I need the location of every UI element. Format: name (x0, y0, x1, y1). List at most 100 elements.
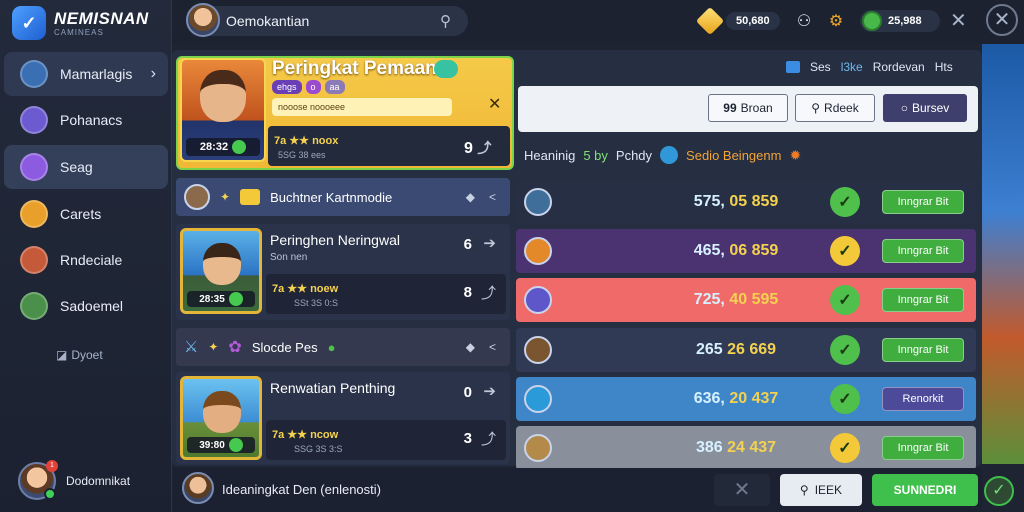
player-card-2[interactable]: 39:80 Renwatian Penthing 0 ➔ 7a ★★ ncow … (176, 372, 510, 464)
ranking-row[interactable]: 636, 20 437 ✓ Renorkit (516, 377, 976, 421)
background-scene (982, 44, 1024, 464)
tab-ses[interactable]: Ses (810, 60, 831, 74)
avatar (524, 286, 552, 314)
check-icon[interactable]: ✓ (830, 384, 860, 414)
arrow-icon: ➔ (483, 235, 496, 252)
info-icon (660, 146, 679, 164)
stat-detail: 5SG 38 ees (278, 150, 326, 160)
close-icon[interactable]: ✕ (488, 94, 501, 114)
group-header-2[interactable]: ⚔ ✦ ✿ Slocde Pes ● ◆ < (176, 328, 510, 366)
search-input[interactable]: Oemokantian (186, 6, 468, 36)
check-icon[interactable]: ✓ (830, 236, 860, 266)
sub-header: Heaninig 5 by Pchdy Sedio Beingenm ✹ (524, 146, 802, 164)
sidebar-item-5[interactable]: Rndeciale (4, 238, 168, 282)
stat-detail: SSG 3S 3:S (294, 444, 343, 454)
app-logo[interactable]: ✓ NEMISNAN CAMINEAS (12, 6, 149, 40)
secondary-button[interactable]: ⚲ IEEK (780, 474, 862, 506)
logo-icon: ✓ (12, 6, 46, 40)
ranking-action-button[interactable]: Renorkit (882, 387, 964, 411)
player-avatar[interactable] (182, 472, 214, 504)
sidebar-item-4[interactable]: Carets (4, 192, 168, 236)
ranking-action-button[interactable]: Inngrar Bit (882, 239, 964, 263)
star-icon: ✦ (208, 340, 219, 354)
sidebar-extra-link[interactable]: ◪ Dyoet (56, 348, 103, 362)
ranking-action-button[interactable]: Inngrar Bit (882, 338, 964, 362)
sidebar-item-label: Seag (60, 159, 93, 175)
chevron-right-icon: › (150, 65, 156, 82)
sidebar-item-3[interactable]: Seag (4, 145, 168, 189)
ranking-row[interactable]: 725, 40 595 ✓ Inngrar Bit (516, 278, 976, 322)
notification-badge: 1 (46, 460, 58, 472)
check-icon[interactable]: ✓ (830, 285, 860, 315)
profile-avatar[interactable] (186, 3, 220, 37)
exit-icon[interactable]: ✕ (986, 4, 1018, 36)
ranking-row[interactable]: 575, 05 859 ✓ Inngrar Bit (516, 180, 976, 224)
ranking-action-button[interactable]: Inngrar Bit (882, 436, 964, 460)
card-title: Peringhen Neringwal (270, 232, 400, 248)
featured-message: nooose noooeee (272, 98, 452, 116)
coin-currency[interactable]: 25,988 (860, 10, 940, 32)
ranking-score: 265 26 669 (695, 341, 777, 358)
ranking-row[interactable]: 265 26 669 ✓ Inngrar Bit (516, 328, 976, 372)
tag-chip: o (305, 80, 321, 94)
inbox-icon[interactable]: ⚇ (792, 10, 816, 34)
user-name: Dodomnikat (66, 473, 131, 488)
sidebar-user[interactable]: 1 Dodomnikat (18, 460, 131, 500)
card-rank: 6 (463, 236, 472, 253)
cancel-button[interactable]: ✕ (714, 474, 770, 506)
coin-count: 25,988 (888, 15, 922, 27)
sidebar-item-label: Carets (60, 206, 102, 222)
sidebar-item-label: Mamarlagis (60, 66, 133, 82)
ranking-score: 465, 06 859 (693, 242, 779, 259)
bottom-status-text: Ideaningkat Den (enlenosti) (222, 482, 381, 497)
ranking-action-button[interactable]: Inngrar Bit (882, 190, 964, 214)
player-card-1[interactable]: 28:35 Peringhen Neringwal Son nen 6 ➔ 7a… (176, 224, 510, 320)
stat-stars: 7a ★★ noew (272, 283, 339, 295)
tab-l3ke[interactable]: l3ke (841, 60, 863, 74)
check-icon[interactable]: ✓ (830, 187, 860, 217)
ranking-action-button[interactable]: Inngrar Bit (882, 288, 964, 312)
sidebar-item-6[interactable]: Sadoemel (4, 284, 168, 328)
ranking-row[interactable]: 465, 06 859 ✓ Inngrar Bit (516, 229, 976, 273)
check-icon[interactable]: ✓ (830, 433, 860, 463)
orb-icon (20, 106, 48, 134)
confirm-icon[interactable]: ✓ (984, 476, 1014, 506)
logo-subtitle: CAMINEAS (54, 27, 104, 37)
header-tabs: Ses l3ke Rordevan Hts (786, 60, 953, 74)
submit-button[interactable]: SUNNEDRI (872, 474, 978, 506)
search-icon: ⚲ (799, 483, 809, 497)
close-icon[interactable]: ✕ (950, 8, 967, 33)
search-icon[interactable]: ⚲ (440, 12, 451, 30)
star-icon: ✦ (220, 190, 231, 204)
filter-broan-button[interactable]: 99 Broan (708, 94, 788, 122)
dot-icon: ◆ (465, 190, 475, 204)
tab-rordevan[interactable]: Rordevan (873, 60, 925, 74)
tab-hts[interactable]: Hts (935, 60, 953, 74)
gem-count: 50,680 (726, 12, 780, 30)
card-title: Renwatian Penthing (270, 380, 396, 396)
item-icon (240, 189, 261, 205)
tag-chip: aa (324, 80, 345, 94)
logo-title: NEMISNAN (54, 8, 149, 28)
avatar (524, 385, 552, 413)
check-icon[interactable]: ✓ (830, 335, 860, 365)
avatar (524, 336, 552, 364)
character-face (200, 70, 246, 122)
search-icon: ⚲ (811, 101, 821, 115)
avatar-icon (20, 60, 48, 88)
filter-bursev-button[interactable]: ○ Bursev (883, 94, 967, 122)
sidebar-item-2[interactable]: Pohanacs (4, 98, 168, 142)
group-header-1[interactable]: ✦ Buchtner Kartnmodie ◆ < (176, 178, 510, 216)
ranking-score: 386 24 437 (695, 439, 777, 456)
stat-number: 9 ⤴ (464, 140, 492, 157)
filter-rdeek-button[interactable]: ⚲ Rdeek (795, 94, 875, 122)
card-portrait: 39:80 (180, 376, 262, 460)
gear-icon[interactable]: ⚙ (824, 10, 848, 34)
sidebar-item-1[interactable]: Mamarlagis › (4, 52, 168, 96)
avatar (524, 434, 552, 462)
diamond-icon: ◪ (56, 348, 68, 362)
online-indicator (44, 488, 56, 500)
gem-currency[interactable]: 50,680 (695, 6, 780, 36)
ranking-row[interactable]: 386 24 437 ✓ Inngrar Bit (516, 426, 976, 470)
card-portrait: 28:35 (180, 228, 262, 314)
